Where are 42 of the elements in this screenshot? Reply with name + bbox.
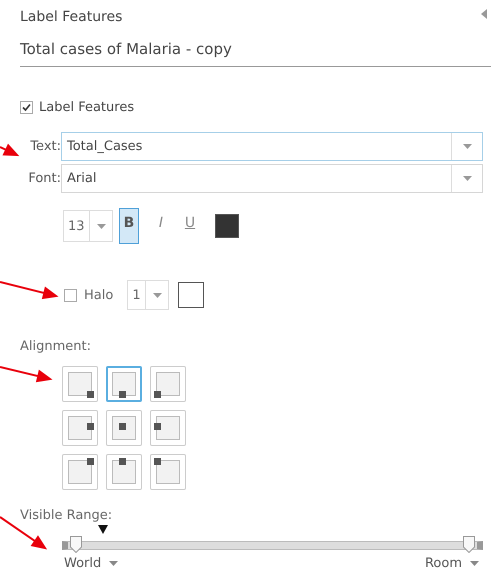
checkbox[interactable] [64,288,77,302]
alignment-button[interactable] [106,454,142,490]
slider-handle[interactable] [70,536,82,553]
min-scale-dropdown[interactable]: World [64,556,118,571]
slider-handle[interactable] [462,536,475,553]
caret-icon [470,561,479,566]
alignment-button[interactable] [106,366,142,402]
format-button[interactable]: B [119,208,139,244]
alignment-button[interactable] [150,410,186,446]
caret-icon [462,176,472,181]
color-swatch[interactable] [215,214,239,238]
caret-icon [152,292,162,298]
caret-icon [462,144,472,149]
color-swatch[interactable] [178,282,204,308]
collapse-icon[interactable] [481,9,487,19]
max-scale-dropdown[interactable]: Room [424,556,479,571]
checkbox-label: Label Features [39,100,134,115]
panel-title: Label Features [20,9,122,25]
caret-icon [96,224,106,228]
size-dropdown[interactable]: 1 [127,280,170,310]
section-label: Alignment: [20,339,92,354]
checkbox[interactable] [20,101,33,114]
field-label: Text: [29,139,61,154]
caret-icon [109,561,118,566]
format-button[interactable]: I [151,208,171,244]
format-button[interactable]: U [180,208,200,244]
alignment-button[interactable] [150,454,186,490]
section-label: Visible Range: [20,508,114,523]
checkbox-label: Halo [84,288,114,302]
dropdown[interactable]: Total_Cases [61,132,483,161]
alignment-button[interactable] [62,366,98,402]
alignment-button[interactable] [106,410,142,446]
alignment-button[interactable] [62,410,98,446]
size-dropdown[interactable]: 13 [63,210,113,242]
field-label: Font: [27,171,61,186]
annotation-arrow [0,144,18,156]
alignment-button[interactable] [150,366,186,402]
layer-name: Total cases of Malaria - copy [20,40,491,67]
annotation-arrow [0,366,51,382]
alignment-button[interactable] [62,454,98,490]
annotation-arrow [0,281,57,300]
dropdown[interactable]: Arial [61,164,483,193]
